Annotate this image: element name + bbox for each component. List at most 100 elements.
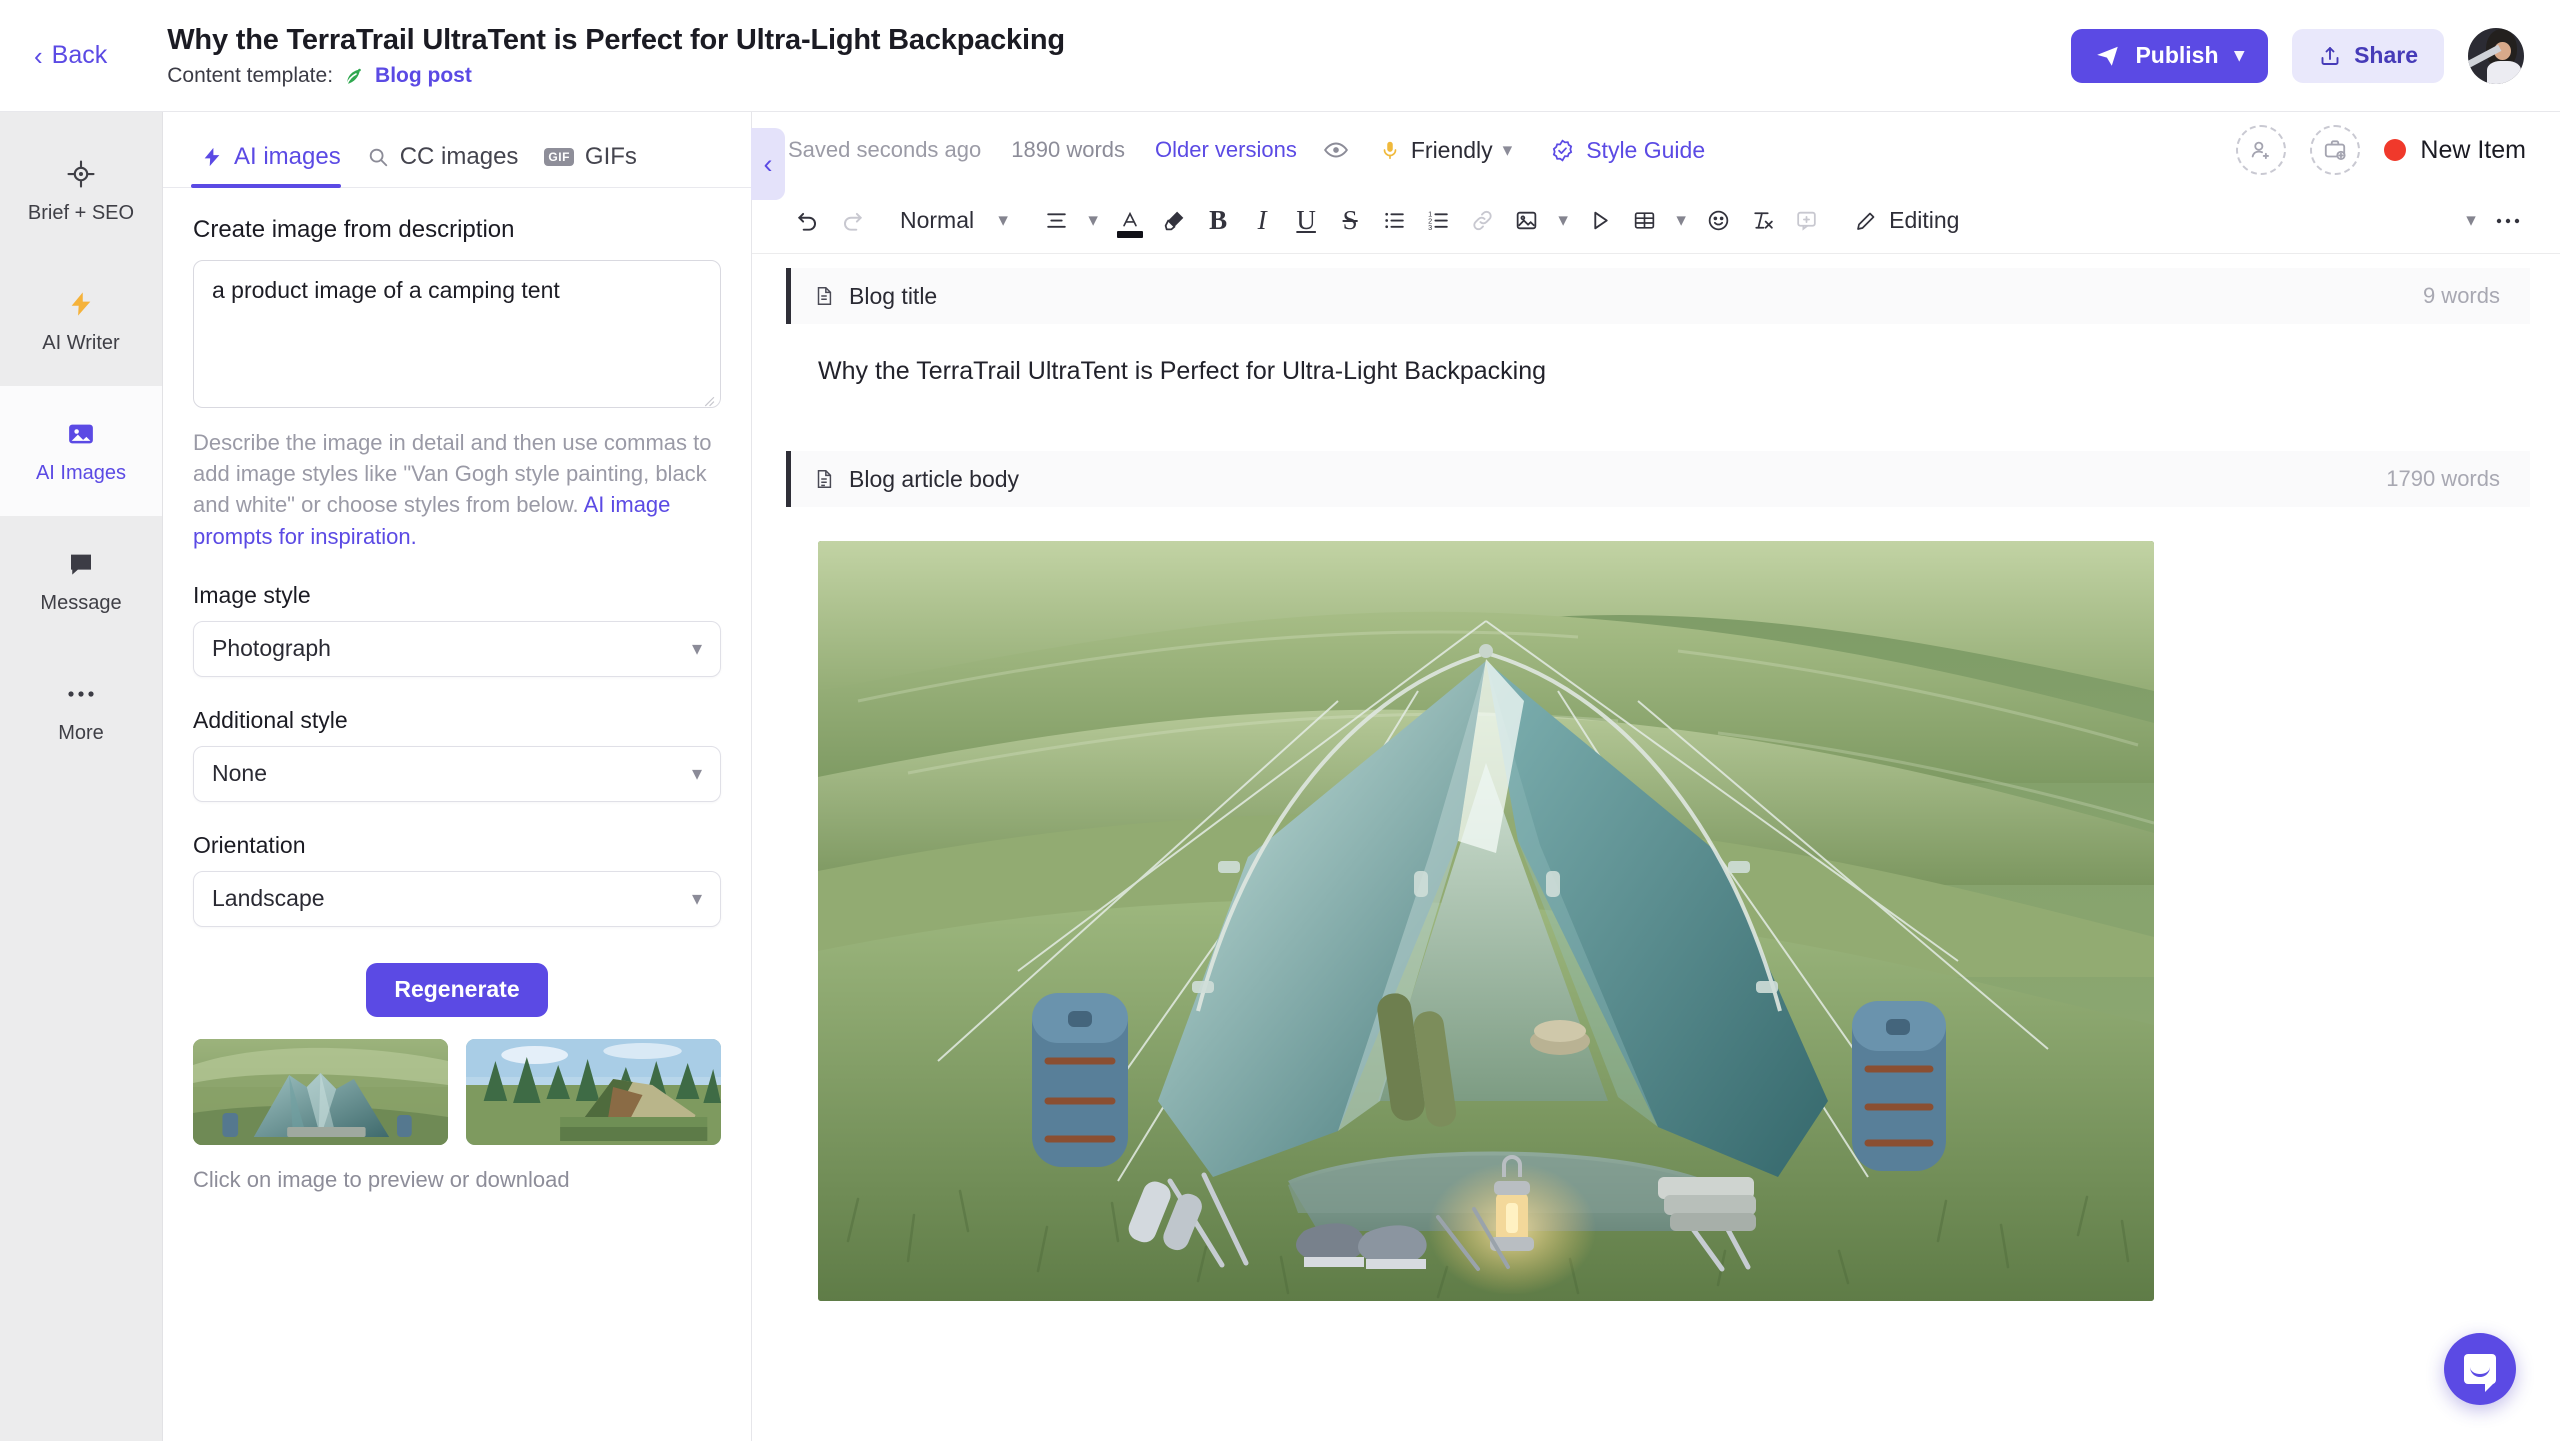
publish-button[interactable]: Publish ▾ [2071, 28, 2269, 83]
chevron-down-icon[interactable]: ▾ [2456, 199, 2486, 243]
document-icon [813, 284, 835, 308]
avatar-art [2487, 61, 2521, 84]
block-label: Blog title [849, 282, 938, 309]
sidebar-item-more[interactable]: More [0, 646, 162, 776]
tab-label: AI images [234, 143, 341, 170]
eye-icon[interactable] [1323, 137, 1349, 163]
numbered-list-icon[interactable]: 123 [1416, 199, 1460, 243]
add-person-icon[interactable] [2236, 125, 2287, 175]
regenerate-row: Regenerate [193, 962, 721, 1017]
back-button[interactable]: ‹ Back [24, 35, 117, 76]
lightning-icon [67, 287, 95, 321]
strikethrough-button[interactable]: S [1328, 199, 1372, 243]
editor-status-bar: Saved seconds ago 1890 words Older versi… [752, 112, 2560, 188]
chevron-down-icon[interactable]: ▾ [988, 199, 1018, 243]
svg-text:3: 3 [1428, 223, 1432, 232]
blog-body-content[interactable] [752, 507, 2560, 1301]
new-item-button[interactable]: New Item [2384, 136, 2526, 165]
chevron-left-icon: ‹ [34, 40, 43, 71]
document-area[interactable]: Blog title 9 words Why the TerraTrail Ul… [752, 254, 2560, 1441]
share-button[interactable]: Share [2292, 28, 2444, 83]
chevron-down-icon[interactable]: ▾ [1548, 199, 1578, 243]
status-bar-right: New Item [2236, 125, 2526, 175]
regenerate-button[interactable]: Regenerate [366, 962, 548, 1017]
new-item-label: New Item [2420, 135, 2526, 164]
highlighter-icon[interactable] [1152, 199, 1196, 243]
link-icon[interactable] [1460, 199, 1504, 243]
tab-ai-images[interactable]: AI images [191, 143, 357, 188]
play-icon[interactable] [1578, 199, 1622, 243]
underline-button[interactable]: U [1284, 199, 1328, 243]
sidebar-item-ai-writer[interactable]: AI Writer [0, 256, 162, 386]
top-bar-actions: Publish ▾ Share [2071, 27, 2524, 84]
chevron-left-icon: ‹ [763, 148, 773, 179]
additional-style-select[interactable]: None ▾ [193, 745, 721, 802]
paragraph-style-value: Normal [900, 207, 975, 233]
editing-mode-label: Editing [1889, 207, 1960, 233]
send-icon [2095, 43, 2121, 69]
check-badge-icon [1550, 138, 1575, 163]
image-style-label: Image style [193, 581, 311, 608]
panel-content: Create image from description Describe t… [163, 188, 751, 1441]
bold-button[interactable]: B [1196, 199, 1240, 243]
thumbnail-image-1[interactable] [193, 1038, 448, 1145]
tab-gifs[interactable]: GIF GIFs [534, 143, 653, 187]
image-style-select[interactable]: Photograph ▾ [193, 620, 721, 677]
tab-cc-images[interactable]: CC images [357, 143, 535, 187]
left-rail: Brief + SEO AI Writer AI Images Message … [0, 112, 163, 1441]
paragraph-style-select[interactable]: Normal [886, 199, 988, 243]
table-icon[interactable] [1622, 199, 1666, 243]
chevron-down-icon[interactable]: ▾ [1078, 199, 1108, 243]
chevron-down-icon: ▾ [691, 763, 702, 786]
publish-label: Publish [2135, 42, 2219, 68]
block-header-blog-body: Blog article body 1790 words [786, 451, 2530, 507]
ellipsis-icon[interactable] [2486, 199, 2530, 243]
italic-button[interactable]: I [1240, 199, 1284, 243]
share-label: Share [2354, 42, 2418, 68]
image-icon[interactable] [1504, 199, 1548, 243]
editing-mode-button[interactable]: Editing [1844, 199, 1969, 243]
bullet-list-icon[interactable] [1372, 199, 1416, 243]
blog-title-content[interactable]: Why the TerraTrail UltraTent is Perfect … [752, 324, 2560, 389]
add-brief-icon[interactable] [2310, 125, 2361, 175]
text-color-swatch [1117, 230, 1144, 238]
main-body: Brief + SEO AI Writer AI Images Message … [0, 112, 2560, 1441]
emoji-icon[interactable] [1696, 199, 1740, 243]
document-icon [813, 467, 835, 491]
pencil-icon [1854, 209, 1878, 233]
sidebar-item-label: AI Images [35, 462, 127, 484]
content-template-link[interactable]: Blog post [375, 64, 472, 88]
formatting-toolbar: Normal ▾ ▾ B I U S 1 2 3 ▾ ▾ Editing ▾ [752, 188, 2560, 254]
chat-bubble-button[interactable] [2444, 1333, 2516, 1405]
image-prompt-input[interactable] [193, 260, 721, 408]
sidebar-item-label: AI Writer [42, 332, 120, 354]
content-template-label: Content template: [167, 63, 334, 87]
undo-icon[interactable] [786, 199, 830, 243]
orientation-select[interactable]: Landscape ▾ [193, 870, 721, 927]
toolbar-right: ▾ [2456, 199, 2530, 243]
editor-pane: Saved seconds ago 1890 words Older versi… [752, 112, 2560, 1441]
tone-selector[interactable]: Friendly ▾ [1379, 137, 1512, 164]
clear-format-icon[interactable] [1740, 199, 1784, 243]
sidebar-item-brief-seo[interactable]: Brief + SEO [0, 126, 162, 256]
sidebar-item-message[interactable]: Message [0, 516, 162, 646]
collapse-panel-button[interactable]: ‹ [751, 128, 785, 200]
chevron-down-icon[interactable]: ▾ [1666, 199, 1696, 243]
comment-icon[interactable] [1784, 199, 1828, 243]
chat-bubble-icon [2464, 1354, 2496, 1392]
align-icon[interactable] [1034, 199, 1078, 243]
sidebar-item-ai-images[interactable]: AI Images [0, 386, 162, 516]
sidebar-item-label: Brief + SEO [27, 202, 135, 224]
older-versions-link[interactable]: Older versions [1155, 137, 1297, 163]
hero-image-tent[interactable] [818, 541, 2154, 1301]
avatar[interactable] [2468, 27, 2524, 84]
text-color-icon[interactable] [1108, 199, 1152, 243]
redo-icon[interactable] [830, 199, 874, 243]
back-label: Back [51, 41, 108, 69]
chevron-down-icon: ▾ [691, 638, 702, 661]
thumbnail-image-2[interactable] [466, 1038, 721, 1145]
saved-status: Saved seconds ago [788, 137, 982, 162]
status-dot [2384, 139, 2407, 161]
orientation-value: Landscape [212, 885, 325, 912]
style-guide-button[interactable]: Style Guide [1550, 137, 1705, 164]
